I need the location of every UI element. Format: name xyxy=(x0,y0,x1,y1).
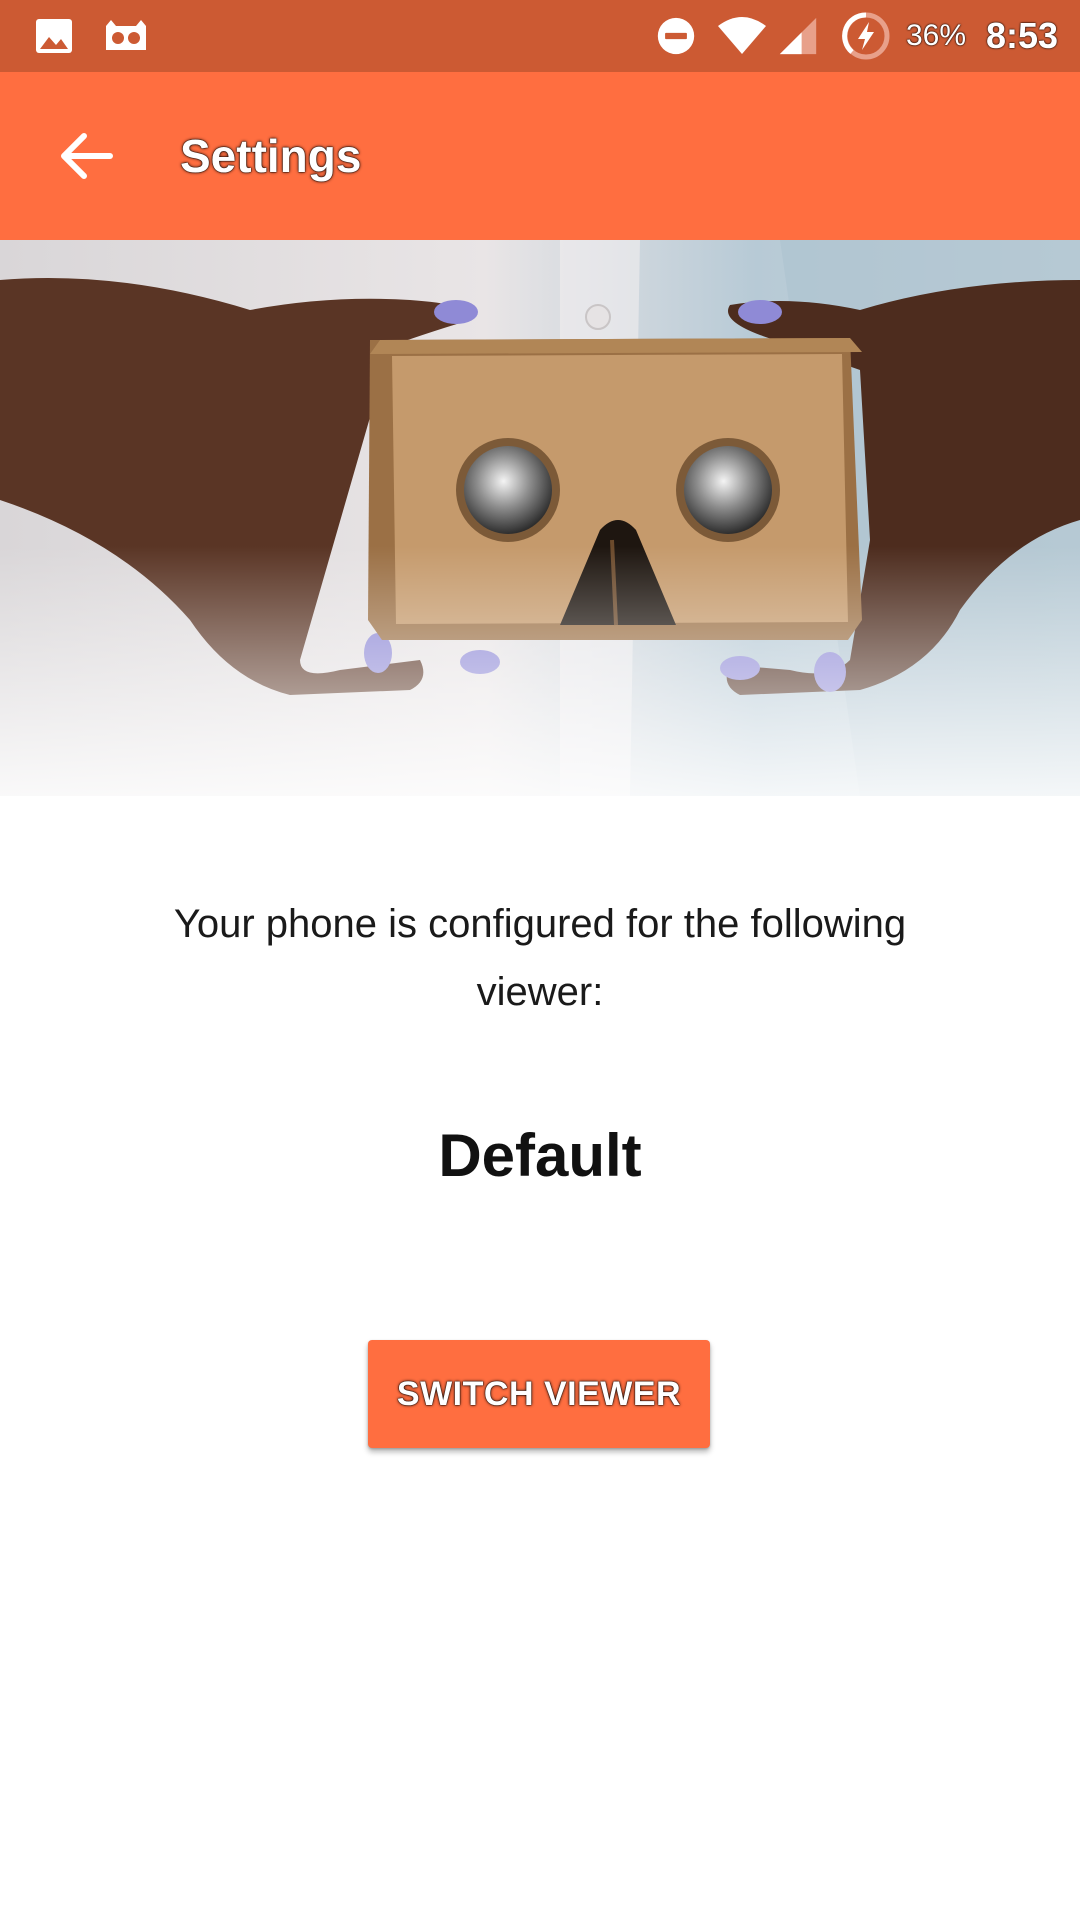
switch-viewer-button[interactable]: SWITCH VIEWER xyxy=(368,1340,710,1448)
hero-image xyxy=(0,240,1080,796)
switch-viewer-label: SWITCH VIEWER xyxy=(396,1374,682,1413)
app-bar: Settings xyxy=(0,72,1080,240)
battery-percentage: 36% xyxy=(906,19,967,52)
status-bar: 36% 8:53 xyxy=(0,0,1080,72)
cardboard-viewer-illustration xyxy=(0,240,1080,796)
cardboard-notification-icon xyxy=(106,20,146,50)
arrow-back-icon xyxy=(61,133,113,179)
viewer-name: Default xyxy=(438,1122,642,1189)
image-icon xyxy=(36,19,72,53)
settings-screen: 36% 8:53 Settings Your phone is configur… xyxy=(0,0,1080,1920)
viewer-description: Your phone is configured for the followi… xyxy=(173,902,907,1014)
back-button[interactable] xyxy=(38,108,134,204)
cell-signal-icon xyxy=(779,17,817,55)
do-not-disturb-icon xyxy=(657,17,695,55)
wifi-icon xyxy=(718,17,766,54)
clock: 8:53 xyxy=(986,15,1059,56)
page-title: Settings xyxy=(180,130,362,182)
battery-charging-icon xyxy=(842,12,890,60)
